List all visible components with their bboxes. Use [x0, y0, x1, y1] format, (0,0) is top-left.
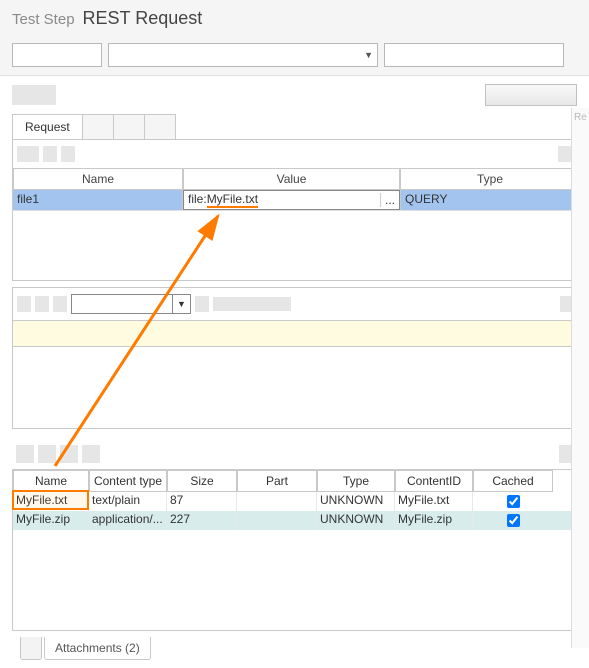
chevron-down-icon: ▼: [172, 295, 190, 313]
tool-placeholder: [12, 85, 56, 105]
att-type-cell[interactable]: UNKNOWN: [317, 492, 395, 511]
att-size-cell[interactable]: 87: [167, 492, 237, 511]
attachments-empty-area: [13, 530, 580, 630]
tool-icon[interactable]: [60, 445, 78, 463]
att-cached-cell[interactable]: [473, 511, 553, 530]
col-header-type[interactable]: Type: [400, 168, 580, 190]
att-cached-cell[interactable]: [473, 492, 553, 511]
browse-dots-button[interactable]: ...: [380, 193, 399, 207]
param-value-input[interactable]: file:file:MyFile.txtMyFile.txt: [184, 192, 380, 208]
param-name-cell[interactable]: file1: [13, 190, 183, 210]
tool-icon[interactable]: [17, 146, 39, 162]
attachments-toolbar: [12, 439, 581, 469]
att-size-cell[interactable]: 227: [167, 511, 237, 530]
att-col-cached[interactable]: Cached: [473, 470, 553, 492]
teststep-header: Test Step REST Request ▼: [0, 0, 589, 76]
response-label-fragment: Re: [572, 108, 589, 127]
param-toolbar: [12, 140, 581, 168]
tab-request[interactable]: Request: [12, 114, 83, 139]
col-header-name[interactable]: Name: [13, 168, 183, 190]
page-title: REST Request: [83, 8, 203, 29]
body-editor[interactable]: [12, 347, 581, 429]
att-type-cell[interactable]: UNKNOWN: [317, 511, 395, 530]
add-attachment-icon[interactable]: [16, 445, 34, 463]
att-col-name[interactable]: Name: [13, 470, 89, 492]
att-name-cell[interactable]: MyFile.txt: [13, 492, 89, 511]
title-prefix: Test Step: [12, 11, 75, 28]
tool-icon[interactable]: [195, 296, 209, 312]
att-ct-cell[interactable]: text/plain: [89, 492, 167, 511]
media-toolbar: ▼: [12, 287, 581, 321]
tool-icon[interactable]: [61, 146, 75, 162]
media-type-combo[interactable]: ▼: [71, 294, 191, 314]
request-tabs: Request . . .: [12, 114, 581, 140]
attachments-table: Name Content type Size Part Type Content…: [12, 469, 581, 631]
tab-ghost-3[interactable]: .: [144, 114, 176, 139]
att-col-part[interactable]: Part: [237, 470, 317, 492]
footer-tab-attachments[interactable]: Attachments (2): [44, 637, 151, 660]
method-dropdown[interactable]: [12, 43, 102, 67]
response-panel-collapsed[interactable]: Re: [571, 108, 589, 648]
att-col-type[interactable]: Type: [317, 470, 395, 492]
tool-icon[interactable]: [35, 296, 49, 312]
param-row[interactable]: file1 file:file:MyFile.txtMyFile.txt ...…: [13, 190, 580, 210]
att-col-contenttype[interactable]: Content type: [89, 470, 167, 492]
tool-icon[interactable]: [53, 296, 67, 312]
param-type-cell[interactable]: QUERY: [400, 190, 580, 210]
att-part-cell[interactable]: [237, 492, 317, 511]
att-cid-cell[interactable]: MyFile.zip: [395, 511, 473, 530]
params-empty-area: [13, 210, 580, 280]
tool-icon[interactable]: [43, 146, 57, 162]
media-header-band: [12, 321, 581, 347]
footer-tab-ghost[interactable]: .: [20, 637, 42, 660]
resource-dropdown[interactable]: ▼: [108, 43, 378, 67]
att-cid-cell[interactable]: MyFile.txt: [395, 492, 473, 511]
chevron-down-icon: ▼: [364, 50, 373, 60]
endpoint-dropdown[interactable]: [384, 43, 564, 67]
col-header-value[interactable]: Value: [183, 168, 400, 190]
attachment-row[interactable]: MyFile.zip application/... 227 UNKNOWN M…: [13, 511, 580, 530]
tool-icon[interactable]: [82, 445, 100, 463]
param-value-cell[interactable]: file:file:MyFile.txtMyFile.txt ...: [183, 190, 400, 210]
remove-attachment-icon[interactable]: [38, 445, 56, 463]
att-col-size[interactable]: Size: [167, 470, 237, 492]
att-part-cell[interactable]: [237, 511, 317, 530]
label-placeholder: [213, 297, 291, 311]
tab-ghost-2[interactable]: .: [113, 114, 145, 139]
run-button[interactable]: [485, 84, 577, 106]
att-name-cell[interactable]: MyFile.zip: [13, 511, 89, 530]
tab-ghost-1[interactable]: .: [82, 114, 114, 139]
attachment-row[interactable]: MyFile.txt text/plain 87 UNKNOWN MyFile.…: [13, 492, 580, 511]
tool-icon[interactable]: [17, 296, 31, 312]
parameters-table: Name Value Type file1 file:file:MyFile.t…: [12, 168, 581, 281]
att-col-contentid[interactable]: ContentID: [395, 470, 473, 492]
att-ct-cell[interactable]: application/...: [89, 511, 167, 530]
